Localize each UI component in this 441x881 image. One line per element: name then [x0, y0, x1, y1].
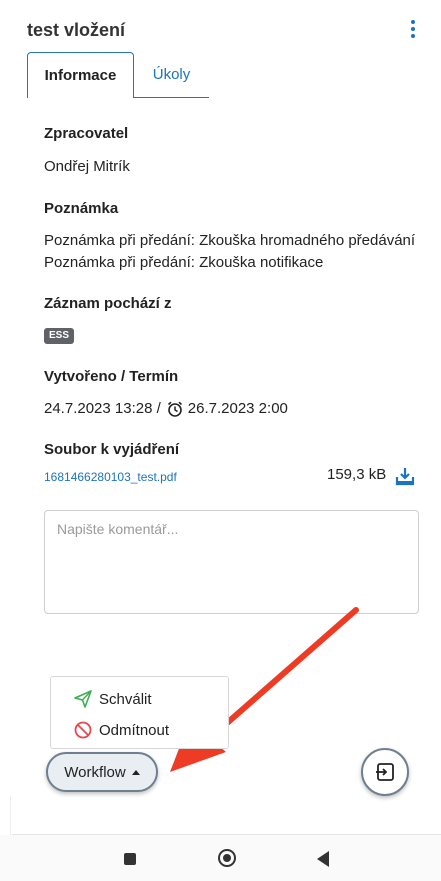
processor-label: Zpracovatel [44, 125, 129, 142]
divider [10, 796, 11, 836]
recents-icon[interactable] [124, 853, 136, 865]
workflow-button-label: Workflow [64, 763, 126, 781]
origin-label: Záznam pochází z [44, 295, 172, 312]
send-icon [74, 690, 92, 708]
home-icon[interactable] [218, 849, 236, 867]
tab-ukoly[interactable]: Úkoly [134, 52, 209, 98]
tab-informace[interactable]: Informace [27, 52, 134, 98]
back-icon[interactable] [317, 851, 329, 867]
workflow-menu: Schválit Odmítnout [50, 676, 229, 749]
download-icon[interactable] [395, 466, 415, 486]
file-size: 159,3 kB [327, 466, 387, 483]
page-title: test vložení [27, 20, 126, 40]
reject-label: Odmítnout [99, 721, 170, 739]
approve-menu-item[interactable]: Schválit [73, 687, 152, 711]
deadline-value: 26.7.2023 2:00 [187, 400, 288, 417]
tab-bar: Informace Úkoly [27, 52, 209, 98]
block-icon [74, 721, 92, 739]
alarm-clock-icon [167, 401, 182, 417]
comment-input[interactable] [44, 510, 419, 614]
processor-value: Ondřej Mitrík [44, 158, 130, 175]
app-header: test vložení [0, 0, 441, 50]
more-options-icon[interactable] [405, 20, 421, 42]
caret-up-icon [131, 769, 140, 775]
created-label: Vytvořeno / Termín [44, 368, 179, 385]
note-label: Poznámka [44, 200, 119, 217]
exit-icon [376, 763, 394, 781]
origin-badge: ESS [44, 328, 75, 344]
approve-label: Schválit [99, 690, 152, 708]
note-value: Poznámka při předání: Zkouška hromadného… [44, 232, 416, 271]
reject-menu-item[interactable]: Odmítnout [73, 718, 169, 742]
workflow-button[interactable]: Workflow [46, 752, 158, 792]
exit-button[interactable] [361, 748, 409, 796]
file-link[interactable]: 1681466280103_test.pdf [44, 470, 177, 484]
file-label: Soubor k vyjádření [44, 441, 180, 458]
created-row: 24.7.2023 13:28 / 26.7.2023 2:00 [44, 398, 288, 420]
created-value: 24.7.2023 13:28 / [44, 400, 161, 417]
tab-underline [134, 97, 209, 98]
